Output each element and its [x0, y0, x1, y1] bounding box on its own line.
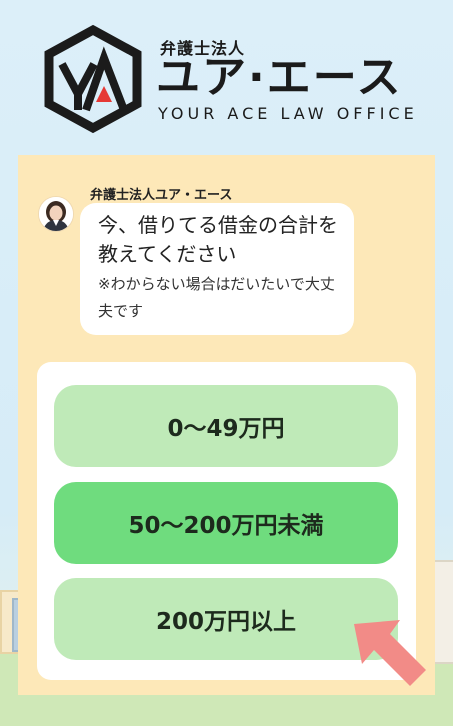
chat-note: ※わからない場合はだいたいで大丈夫です — [98, 275, 335, 320]
sender-name: 弁護士法人ユア・エース — [90, 188, 233, 203]
option-button-50-200[interactable]: 50〜200万円未満 — [54, 482, 398, 564]
logo-icon — [44, 24, 142, 134]
option-button-0-49[interactable]: 0〜49万円 — [54, 385, 398, 467]
chat-bubble: 今、借りてる借金の合計を教えてください ※わからない場合はだいたいで大丈夫です — [80, 203, 354, 335]
chat-message: 今、借りてる借金の合計を教えてください — [98, 213, 338, 266]
avatar — [38, 196, 74, 232]
brand-subtitle: YOUR ACE LAW OFFICE — [158, 104, 418, 123]
brand-name: ユア·エース — [156, 52, 403, 103]
avatar-icon — [39, 197, 73, 231]
header: 弁護士法人 ユア·エース YOUR ACE LAW OFFICE — [0, 0, 453, 140]
pointer-arrow-icon — [354, 620, 426, 686]
